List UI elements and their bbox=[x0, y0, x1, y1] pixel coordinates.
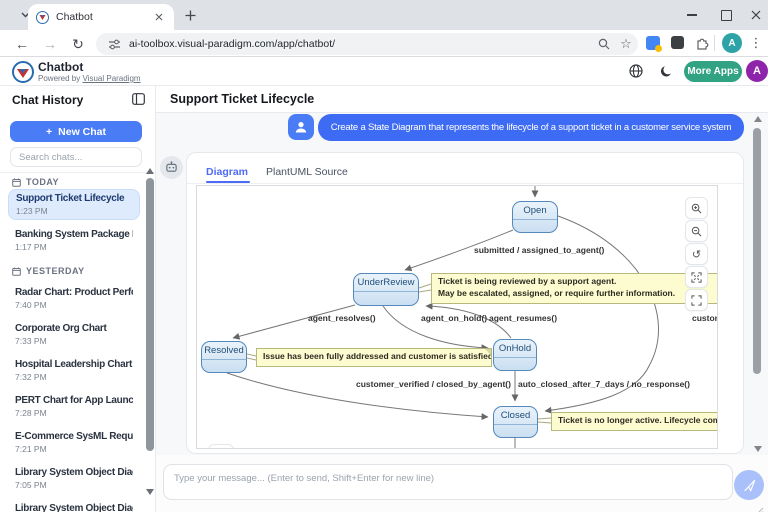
app-name: Chatbot bbox=[38, 60, 83, 74]
sidebar-list-divider bbox=[0, 172, 155, 173]
state-open: Open bbox=[512, 201, 558, 233]
forward-icon[interactable]: → bbox=[40, 34, 60, 54]
tab-title: Chatbot bbox=[56, 11, 152, 23]
browser-menu-icon[interactable]: ⋮ bbox=[748, 34, 764, 52]
window-minimize-button[interactable] bbox=[680, 6, 704, 24]
transition-label-auto-closed: auto_closed_after_7_days / no_response() bbox=[518, 379, 690, 389]
chat-item-ecommerce[interactable]: E-Commerce SysML Require... 7:21 PM bbox=[8, 428, 140, 459]
calendar-icon bbox=[12, 267, 21, 276]
transition-label-submitted: submitted / assigned_to_agent() bbox=[474, 245, 604, 255]
state-on-hold: OnHold bbox=[493, 339, 537, 371]
extension-dark-icon[interactable] bbox=[671, 36, 684, 49]
fullscreen-corners-icon bbox=[691, 295, 702, 306]
state-resolved: Resolved bbox=[201, 341, 247, 373]
calendar-icon bbox=[12, 178, 21, 187]
zoom-out-icon bbox=[691, 226, 702, 237]
expand-arrows-icon bbox=[691, 272, 702, 283]
chat-item-hospital[interactable]: Hospital Leadership Chart 7:32 PM bbox=[8, 356, 140, 387]
active-tab-underline bbox=[206, 181, 250, 183]
extension-docs-icon[interactable] bbox=[646, 36, 660, 50]
chat-scrollbar-thumb[interactable] bbox=[753, 128, 761, 374]
resize-grip[interactable] bbox=[756, 502, 764, 512]
browser-profile-avatar[interactable]: A bbox=[722, 33, 742, 53]
new-tab-icon[interactable] bbox=[182, 7, 198, 23]
conversation-titlebar: Support Ticket Lifecycle bbox=[156, 86, 768, 113]
chat-item-org-chart[interactable]: Corporate Org Chart 7:33 PM bbox=[8, 320, 140, 351]
user-message-bubble: Create a State Diagram that represents t… bbox=[318, 114, 744, 141]
expand-button[interactable] bbox=[685, 266, 708, 288]
partial-control-button[interactable] bbox=[208, 444, 234, 449]
reset-view-button[interactable]: ↺ bbox=[685, 243, 708, 265]
chat-item-radar[interactable]: Radar Chart: Product Perfor... 7:40 PM bbox=[8, 284, 140, 315]
chat-scroll-up-arrow[interactable] bbox=[754, 116, 762, 122]
transition-label-agent-resolves: agent_resolves() bbox=[308, 313, 376, 323]
window-maximize-button[interactable] bbox=[714, 6, 738, 24]
transition-label-agent-resumes: agent_resumes() bbox=[489, 313, 557, 323]
plus-icon: + bbox=[46, 126, 52, 138]
back-icon[interactable]: ← bbox=[12, 34, 32, 54]
user-message-avatar bbox=[288, 114, 314, 140]
paper-plane-icon bbox=[743, 479, 756, 492]
chat-item-support-ticket[interactable]: Support Ticket Lifecycle 1:23 PM bbox=[8, 189, 140, 220]
transition-label-customer-clipped: custom bbox=[692, 313, 718, 323]
search-input[interactable] bbox=[10, 147, 142, 167]
language-globe-icon[interactable] bbox=[628, 63, 644, 79]
omnibox[interactable]: ai-toolbox.visual-paradigm.com/app/chatb… bbox=[96, 33, 638, 55]
chat-item-pert[interactable]: PERT Chart for App Launch 7:28 PM bbox=[8, 392, 140, 423]
state-under-review: UnderReview bbox=[353, 273, 419, 306]
chat-item-banking[interactable]: Banking System Package Dia... 1:17 PM bbox=[8, 226, 140, 257]
person-icon bbox=[294, 120, 308, 134]
conversation-title: Support Ticket Lifecycle bbox=[170, 92, 314, 106]
site-settings-icon[interactable] bbox=[108, 38, 121, 51]
zoom-in-icon bbox=[691, 203, 702, 214]
sidebar-scrollbar-thumb[interactable] bbox=[146, 178, 154, 451]
new-chat-button[interactable]: + New Chat bbox=[10, 121, 142, 142]
transition-label-agent-on-hold: agent_on_hold() bbox=[421, 313, 487, 323]
send-button[interactable] bbox=[734, 470, 764, 500]
url-text: ai-toolbox.visual-paradigm.com/app/chatb… bbox=[129, 38, 594, 50]
note-corner bbox=[485, 349, 491, 355]
fullscreen-button[interactable] bbox=[685, 289, 708, 311]
bot-avatar bbox=[160, 156, 183, 179]
zoom-in-button[interactable] bbox=[685, 197, 708, 219]
extensions-puzzle-icon[interactable] bbox=[693, 34, 711, 52]
browser-window: Chatbot ← → ↻ ai-toolbox.visual-paradigm… bbox=[0, 0, 768, 512]
browser-tab[interactable]: Chatbot bbox=[28, 4, 174, 30]
transition-label-customer-verified: customer_verified / closed_by_agent() bbox=[356, 379, 511, 389]
tab-diagram[interactable]: Diagram bbox=[206, 166, 248, 178]
user-avatar[interactable]: A bbox=[746, 60, 768, 82]
collapse-panel-icon[interactable] bbox=[130, 92, 146, 106]
more-apps-button[interactable]: More Apps bbox=[684, 61, 742, 82]
message-input[interactable] bbox=[163, 464, 733, 500]
chat-scroll-down-arrow[interactable] bbox=[754, 446, 762, 452]
favicon bbox=[36, 11, 49, 24]
note-under-review: Ticket is being reviewed by a support ag… bbox=[431, 273, 718, 304]
chat-item-library-2[interactable]: Library System Object Diagr bbox=[8, 500, 140, 512]
reload-icon[interactable]: ↻ bbox=[68, 34, 88, 54]
dark-mode-moon-icon[interactable] bbox=[658, 63, 674, 79]
section-header-yesterday: YESTERDAY bbox=[12, 266, 85, 276]
sidebar-scroll-down-arrow[interactable] bbox=[146, 489, 154, 495]
bookmark-star-icon[interactable]: ☆ bbox=[614, 36, 638, 52]
sidebar-title: Chat History bbox=[12, 93, 83, 107]
window-close-button[interactable] bbox=[744, 6, 768, 24]
diagram-viewport[interactable]: Open UnderReview Resolved OnHold Closed … bbox=[196, 185, 718, 449]
chat-item-library-1[interactable]: Library System Object Diagr... 7:05 PM bbox=[8, 464, 140, 495]
zoom-page-icon[interactable] bbox=[594, 38, 614, 50]
visual-paradigm-link[interactable]: Visual Paradigm bbox=[82, 74, 140, 83]
note-closed: Ticket is no longer active. Lifecycle co… bbox=[551, 412, 718, 431]
app-logo bbox=[12, 61, 34, 83]
reset-icon: ↺ bbox=[692, 248, 701, 261]
state-closed: Closed bbox=[493, 406, 538, 438]
section-header-today: TODAY bbox=[12, 177, 59, 187]
zoom-out-button[interactable] bbox=[685, 220, 708, 242]
toolbar-divider bbox=[714, 35, 715, 51]
tab-close-icon[interactable] bbox=[152, 10, 166, 24]
powered-by: Powered by Visual Paradigm bbox=[38, 74, 141, 83]
note-resolved: Issue has been fully addressed and custo… bbox=[256, 348, 492, 367]
robot-icon bbox=[165, 161, 178, 174]
sidebar-scroll-up-arrow[interactable] bbox=[146, 168, 154, 174]
tab-plantuml-source[interactable]: PlantUML Source bbox=[266, 166, 348, 178]
